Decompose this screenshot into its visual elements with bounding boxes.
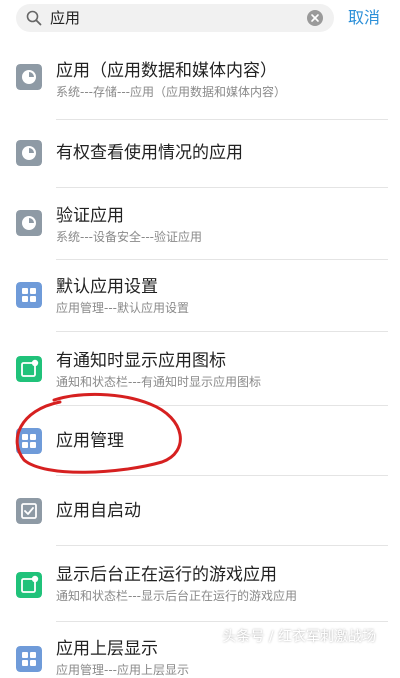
result-item[interactable]: 应用管理 bbox=[0, 406, 400, 476]
result-title: 有通知时显示应用图标 bbox=[56, 351, 226, 371]
result-title: 显示后台正在运行的游戏应用 bbox=[56, 565, 277, 585]
result-title: 应用管理 bbox=[56, 431, 124, 451]
result-item[interactable]: 应用自启动 bbox=[0, 476, 400, 546]
result-title: 有权查看使用情况的应用 bbox=[56, 143, 243, 163]
apps-grid-icon bbox=[16, 646, 42, 672]
cancel-button[interactable]: 取消 bbox=[348, 7, 380, 29]
disk-icon bbox=[16, 210, 42, 236]
result-subtitle: 通知和状态栏---有通知时显示应用图标 bbox=[56, 375, 261, 389]
search-input[interactable]: 应用 bbox=[50, 7, 80, 29]
result-subtitle: 应用管理---应用上层显示 bbox=[56, 663, 189, 677]
apps-grid-icon bbox=[16, 428, 42, 454]
result-item[interactable]: 应用（应用数据和媒体内容） 系统---存储---应用（应用数据和媒体内容） bbox=[0, 40, 400, 120]
notification-icon bbox=[16, 572, 42, 598]
disk-icon bbox=[16, 64, 42, 90]
result-subtitle: 通知和状态栏---显示后台正在运行的游戏应用 bbox=[56, 589, 297, 603]
notification-icon bbox=[16, 356, 42, 382]
result-subtitle: 系统---存储---应用（应用数据和媒体内容） bbox=[56, 85, 286, 99]
result-title: 应用（应用数据和媒体内容） bbox=[56, 61, 277, 81]
result-title: 验证应用 bbox=[56, 206, 124, 226]
clear-icon[interactable] bbox=[306, 9, 324, 27]
result-item[interactable]: 有权查看使用情况的应用 bbox=[0, 120, 400, 188]
result-item[interactable]: 显示后台正在运行的游戏应用 通知和状态栏---显示后台正在运行的游戏应用 bbox=[0, 546, 400, 622]
checkbox-icon bbox=[16, 498, 42, 524]
result-subtitle: 系统---设备安全---验证应用 bbox=[56, 230, 202, 244]
result-title: 应用自启动 bbox=[56, 501, 141, 521]
search-box[interactable]: 应用 bbox=[16, 4, 334, 32]
result-subtitle: 应用管理---默认应用设置 bbox=[56, 301, 189, 315]
result-title: 默认应用设置 bbox=[56, 277, 158, 297]
watermark: 头条号 / 红衣军刺激战场 bbox=[222, 629, 376, 645]
search-icon bbox=[26, 10, 42, 26]
result-item[interactable]: 有通知时显示应用图标 通知和状态栏---有通知时显示应用图标 bbox=[0, 332, 400, 406]
apps-grid-icon bbox=[16, 282, 42, 308]
result-title: 应用上层显示 bbox=[56, 639, 158, 659]
result-item[interactable]: 默认应用设置 应用管理---默认应用设置 bbox=[0, 260, 400, 332]
disk-icon bbox=[16, 140, 42, 166]
result-item[interactable]: 验证应用 系统---设备安全---验证应用 bbox=[0, 188, 400, 260]
search-bar: 应用 取消 bbox=[0, 0, 400, 38]
